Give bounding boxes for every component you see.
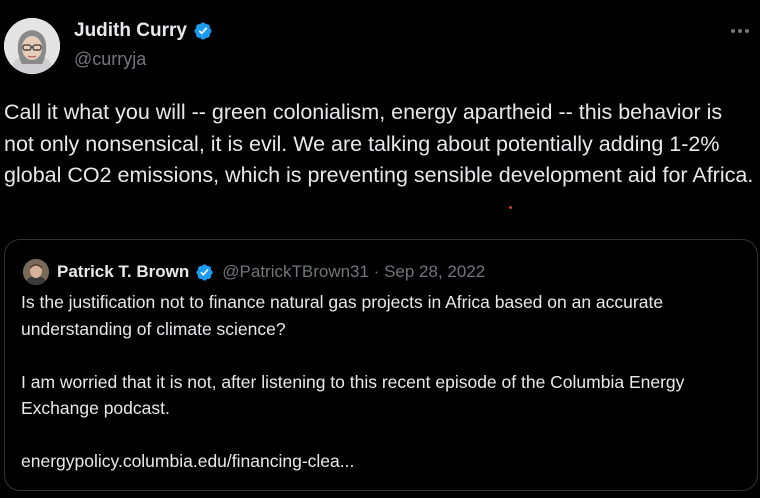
author-handle[interactable]: @curryja — [74, 49, 146, 70]
quoted-author-display-name[interactable]: Patrick T. Brown — [57, 262, 189, 282]
author-avatar[interactable] — [4, 18, 60, 74]
quoted-paragraph: I am worried that it is not, after liste… — [21, 371, 685, 419]
author-display-name[interactable]: Judith Curry — [74, 20, 187, 42]
quoted-author-handle-and-date[interactable]: @PatrickTBrown31 · Sep 28, 2022 — [222, 262, 485, 282]
tweet-text: Call it what you will -- green coloniali… — [4, 100, 754, 187]
quoted-author-avatar[interactable] — [23, 259, 49, 285]
more-options-icon[interactable] — [726, 20, 754, 42]
avatar-image — [4, 18, 60, 74]
quoted-tweet-body: Is the justification not to finance natu… — [21, 289, 741, 475]
quoted-tweet-card[interactable]: Patrick T. Brown @PatrickTBrown31 · Sep … — [4, 239, 758, 491]
quoted-avatar-image — [23, 259, 49, 285]
author-name-row: Judith Curry — [74, 20, 213, 42]
tweet: Judith Curry @curryja Call it what you w… — [0, 0, 760, 498]
verified-badge-icon — [193, 21, 213, 41]
quoted-tweet-header: Patrick T. Brown @PatrickTBrown31 · Sep … — [23, 259, 485, 285]
decorative-dot — [509, 206, 512, 209]
quoted-link[interactable]: energypolicy.columbia.edu/financing-clea… — [21, 448, 741, 475]
quoted-paragraph: Is the justification not to finance natu… — [21, 292, 664, 339]
verified-badge-icon — [195, 263, 214, 282]
